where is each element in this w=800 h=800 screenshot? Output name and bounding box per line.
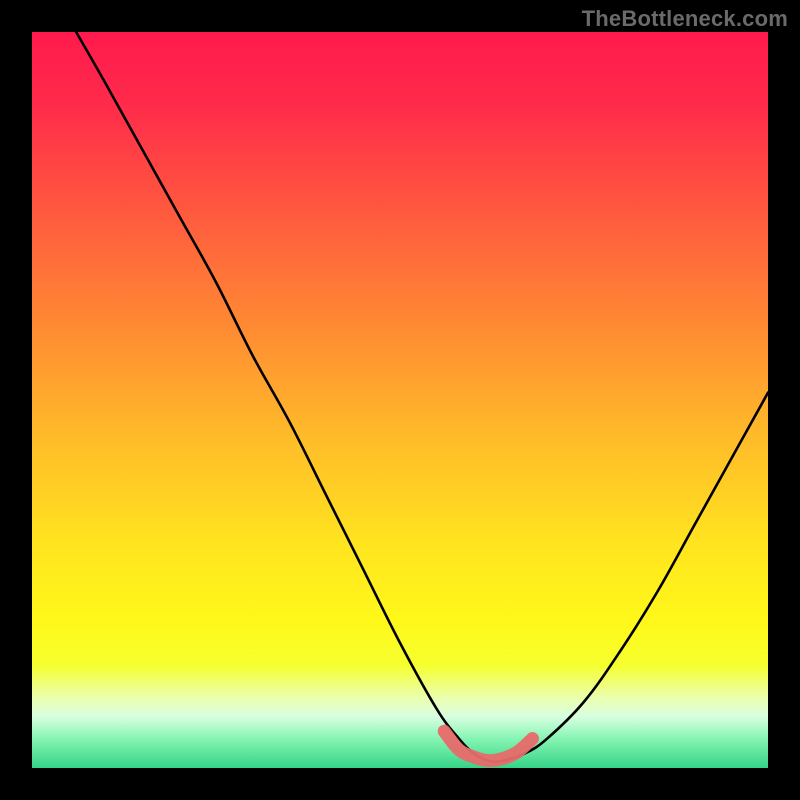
main-curve [76,32,768,762]
plot-area [32,32,768,768]
curve-layer [32,32,768,768]
chart-container: TheBottleneck.com [0,0,800,800]
watermark-text: TheBottleneck.com [582,6,788,32]
